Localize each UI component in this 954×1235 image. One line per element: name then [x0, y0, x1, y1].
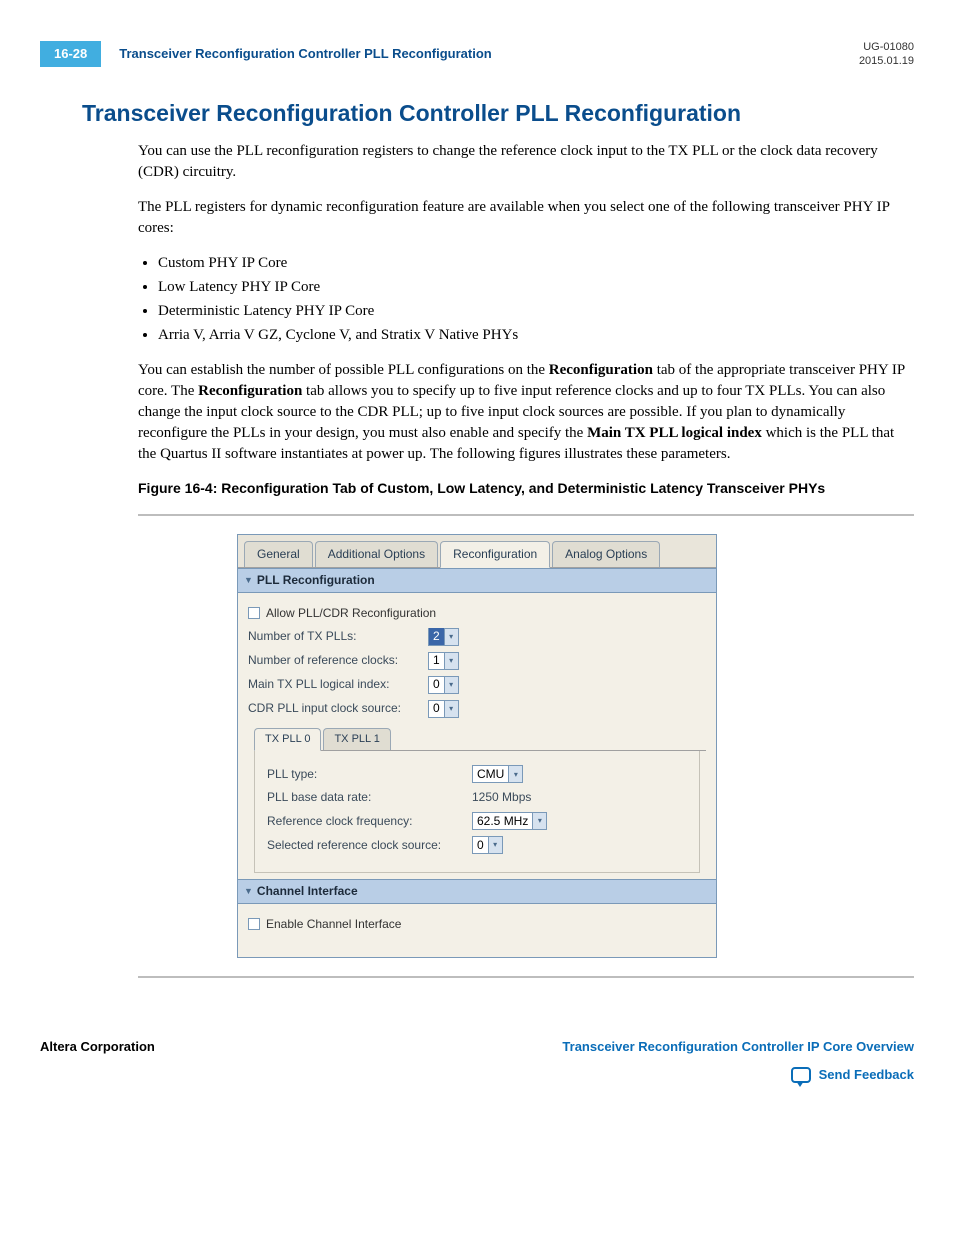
section-title: Transceiver Reconfiguration Controller P…	[82, 97, 914, 129]
figure-bottom-divider	[138, 976, 914, 978]
cdr-pll-source-dropdown[interactable]: 0 ▾	[428, 700, 459, 718]
page-number-badge: 16-28	[40, 41, 101, 67]
pll-type-value: CMU	[473, 766, 508, 783]
enable-channel-interface-checkbox[interactable]	[248, 918, 260, 930]
sel-ref-clock-source-label: Selected reference clock source:	[267, 837, 472, 854]
tx-pll-tabs: TX PLL 0 TX PLL 1	[254, 728, 706, 751]
chevron-down-icon: ▾	[532, 813, 546, 829]
figure-caption: Figure 16-4: Reconfiguration Tab of Cust…	[138, 479, 914, 499]
pll-reconfiguration-form: Allow PLL/CDR Reconfiguration Number of …	[238, 593, 716, 879]
num-ref-clocks-value: 1	[429, 652, 444, 669]
paragraph-2: The PLL registers for dynamic reconfigur…	[138, 197, 914, 239]
num-ref-clocks-dropdown[interactable]: 1 ▾	[428, 652, 459, 670]
num-tx-plls-value: 2	[429, 628, 444, 645]
chevron-down-icon: ▾	[444, 653, 458, 669]
footer-chapter-link[interactable]: Transceiver Reconfiguration Controller I…	[562, 1038, 914, 1056]
main-tx-pll-index-label: Main TX PLL logical index:	[248, 676, 428, 693]
chevron-down-icon: ▾	[444, 701, 458, 717]
ref-clock-freq-label: Reference clock frequency:	[267, 813, 472, 830]
tab-tx-pll-0[interactable]: TX PLL 0	[254, 728, 321, 751]
main-tx-pll-index-dropdown[interactable]: 0 ▾	[428, 676, 459, 694]
pll-base-data-rate-value: 1250 Mbps	[472, 789, 531, 806]
list-item: Low Latency PHY IP Core	[158, 277, 914, 298]
figure-top-divider	[138, 514, 914, 516]
ip-core-list: Custom PHY IP Core Low Latency PHY IP Co…	[158, 253, 914, 346]
reconfiguration-dialog: General Additional Options Reconfigurati…	[237, 534, 717, 957]
num-tx-plls-label: Number of TX PLLs:	[248, 628, 428, 645]
allow-reconfig-checkbox[interactable]	[248, 607, 260, 619]
ref-clock-freq-dropdown[interactable]: 62.5 MHz ▾	[472, 812, 547, 830]
chevron-down-icon: ▾	[508, 766, 522, 782]
cdr-pll-source-label: CDR PLL input clock source:	[248, 700, 428, 717]
list-item: Custom PHY IP Core	[158, 253, 914, 274]
num-tx-plls-dropdown[interactable]: 2 ▾	[428, 628, 459, 646]
tab-analog-options[interactable]: Analog Options	[552, 541, 660, 567]
tx-pll-0-panel: PLL type: CMU ▾ PLL base data rate: 1250…	[254, 751, 700, 873]
tab-reconfiguration[interactable]: Reconfiguration	[440, 541, 550, 568]
page-footer: Altera Corporation Transceiver Reconfigu…	[40, 1038, 914, 1084]
tab-additional-options[interactable]: Additional Options	[315, 541, 438, 567]
header-meta: UG-01080 2015.01.19	[859, 40, 914, 69]
tab-tx-pll-1[interactable]: TX PLL 1	[323, 728, 390, 750]
channel-interface-section-header[interactable]: ▼ Channel Interface	[238, 879, 716, 904]
doc-id: UG-01080	[859, 40, 914, 54]
allow-reconfig-row: Allow PLL/CDR Reconfiguration	[248, 605, 706, 622]
sel-ref-clock-source-value: 0	[473, 837, 488, 854]
chevron-down-icon: ▾	[444, 629, 458, 645]
num-ref-clocks-label: Number of reference clocks:	[248, 652, 428, 669]
chevron-down-icon: ▼	[244, 885, 253, 898]
footer-corporation: Altera Corporation	[40, 1038, 155, 1056]
pll-type-dropdown[interactable]: CMU ▾	[472, 765, 523, 783]
main-tabs: General Additional Options Reconfigurati…	[238, 535, 716, 568]
enable-channel-interface-label: Enable Channel Interface	[266, 916, 401, 933]
tab-general[interactable]: General	[244, 541, 313, 567]
main-tx-pll-index-value: 0	[429, 676, 444, 693]
pll-reconfiguration-section-header[interactable]: ▼ PLL Reconfiguration	[238, 568, 716, 593]
ref-clock-freq-value: 62.5 MHz	[473, 813, 532, 830]
pll-type-label: PLL type:	[267, 766, 472, 783]
channel-interface-form: Enable Channel Interface	[238, 904, 716, 957]
sel-ref-clock-source-dropdown[interactable]: 0 ▾	[472, 836, 503, 854]
header-title: Transceiver Reconfiguration Controller P…	[119, 45, 859, 63]
body-text: You can use the PLL reconfiguration regi…	[138, 141, 914, 465]
cdr-pll-source-value: 0	[429, 700, 444, 717]
paragraph-1: You can use the PLL reconfiguration regi…	[138, 141, 914, 183]
allow-reconfig-label: Allow PLL/CDR Reconfiguration	[266, 605, 436, 622]
page-header: 16-28 Transceiver Reconfiguration Contro…	[40, 40, 914, 69]
send-feedback-link[interactable]: Send Feedback	[819, 1066, 914, 1084]
chevron-down-icon: ▾	[444, 677, 458, 693]
chevron-down-icon: ▼	[244, 574, 253, 587]
enable-channel-interface-row: Enable Channel Interface	[248, 916, 706, 933]
pll-base-data-rate-label: PLL base data rate:	[267, 789, 472, 806]
feedback-icon	[791, 1067, 811, 1083]
list-item: Deterministic Latency PHY IP Core	[158, 301, 914, 322]
list-item: Arria V, Arria V GZ, Cyclone V, and Stra…	[158, 325, 914, 346]
chevron-down-icon: ▾	[488, 837, 502, 853]
paragraph-3: You can establish the number of possible…	[138, 360, 914, 465]
section-head-label: Channel Interface	[257, 883, 358, 900]
doc-date: 2015.01.19	[859, 54, 914, 68]
section-head-label: PLL Reconfiguration	[257, 572, 375, 589]
